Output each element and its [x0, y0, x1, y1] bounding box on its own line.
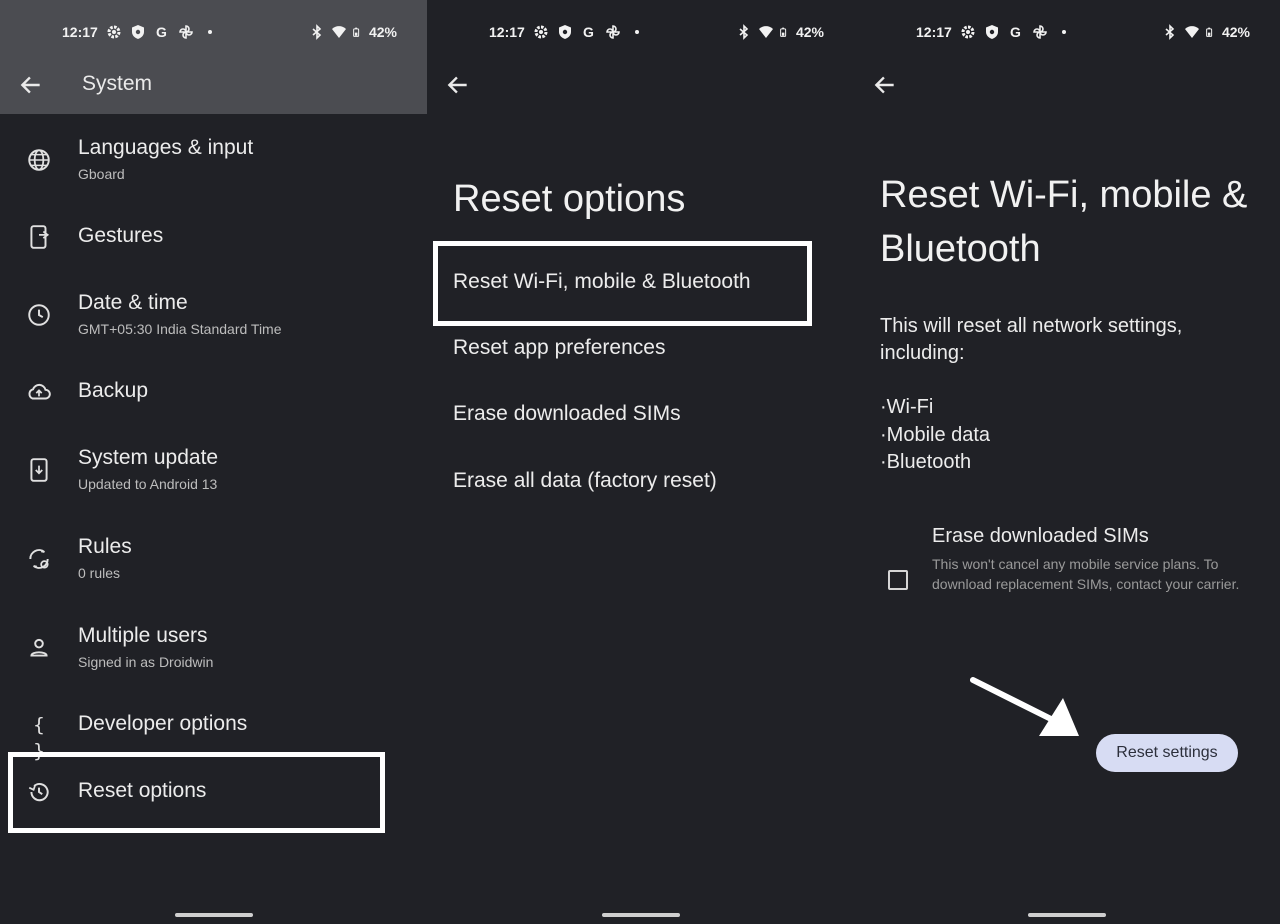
- rules-icon: [29, 549, 49, 569]
- navigation-handle[interactable]: [601, 913, 680, 917]
- page-title: Reset Wi-Fi, mobile & Bluetooth: [880, 168, 1247, 276]
- option-factory-reset[interactable]: Erase all data (factory reset): [453, 469, 717, 493]
- settings-item-title: Multiple users: [78, 624, 208, 647]
- erase-sims-description: This won't cancel any mobile service pla…: [932, 556, 1240, 592]
- highlight-box: [433, 241, 812, 326]
- clock-icon: [28, 304, 50, 326]
- braces-icon: { }: [33, 714, 45, 762]
- cloud-upload-icon: [28, 383, 51, 400]
- settings-item-title: System update: [78, 446, 219, 469]
- svg-text:G: G: [1010, 24, 1021, 40]
- battery-icon: [780, 27, 787, 37]
- settings-item-title: Gestures: [78, 224, 164, 247]
- erase-sims-checkbox[interactable]: [888, 570, 908, 590]
- settings-item-title: Backup: [78, 379, 149, 402]
- reset-options-panel: 12:17 G 42% Reset options Reset Wi-Fi, m…: [427, 0, 854, 924]
- settings-item-multiple-users[interactable]: Multiple users Signed in as Droidwin: [0, 608, 427, 688]
- status-time: 12:17: [489, 24, 525, 40]
- system-update-icon: [30, 458, 48, 482]
- battery-icon: [1206, 27, 1213, 37]
- svg-text:G: G: [156, 24, 167, 40]
- description-text: This will reset all network settings, in…: [880, 315, 1183, 364]
- settings-item-system-update[interactable]: System update Updated to Android 13: [0, 430, 427, 510]
- pinwheel-icon: [179, 25, 193, 39]
- gear-icon: [107, 25, 121, 39]
- bullet-item: ·Bluetooth: [880, 451, 972, 473]
- bullet-list: ·Wi-Fi ·Mobile data ·Bluetooth: [880, 394, 990, 477]
- page-title-line: Bluetooth: [880, 228, 1041, 270]
- battery-percent: 42%: [1221, 24, 1250, 40]
- settings-item-subtitle: GMT+05:30 India Standard Time: [78, 321, 282, 337]
- option-erase-downloaded-sims[interactable]: Erase downloaded SIMs: [453, 402, 681, 426]
- battery-icon: [353, 27, 360, 37]
- settings-item-subtitle: 0 rules: [78, 565, 121, 581]
- settings-item-subtitle: Signed in as Droidwin: [78, 654, 214, 670]
- page-title-line: Reset Wi-Fi, mobile &: [880, 174, 1248, 216]
- dot-icon: [207, 30, 212, 34]
- wifi-icon: [758, 26, 773, 38]
- settings-item-subtitle: Updated to Android 13: [78, 476, 218, 492]
- settings-item-backup[interactable]: Backup: [0, 355, 427, 435]
- settings-item-title: Developer options: [78, 712, 248, 735]
- settings-item-title: Languages & input: [78, 136, 254, 159]
- settings-item-title: Date & time: [78, 291, 188, 314]
- status-bar: 12:17 G 42%: [0, 0, 427, 62]
- settings-item-languages[interactable]: Languages & input Gboard: [0, 120, 427, 200]
- app-bar: 12:17 G 42% System: [0, 0, 427, 114]
- erase-sims-title: Erase downloaded SIMs: [932, 525, 1149, 547]
- bluetooth-icon: [312, 24, 322, 40]
- reset-network-panel: 12:17 G 42% Reset Wi-Fi, mobile & Blueto…: [854, 0, 1280, 924]
- navigation-handle[interactable]: [1028, 913, 1106, 917]
- back-arrow-icon[interactable]: [18, 72, 44, 98]
- reset-settings-button[interactable]: Reset settings: [1096, 734, 1238, 772]
- bluetooth-icon: [1165, 24, 1175, 40]
- battery-percent: 42%: [368, 24, 397, 40]
- pinwheel-icon: [606, 25, 620, 39]
- settings-item-date-time[interactable]: Date & time GMT+05:30 India Standard Tim…: [0, 275, 427, 355]
- option-reset-app-preferences[interactable]: Reset app preferences: [453, 336, 665, 360]
- settings-item-title: Rules: [78, 535, 132, 558]
- status-bar: 12:17 G 42%: [854, 0, 1280, 62]
- shield-icon: [558, 25, 571, 39]
- shield-icon: [131, 25, 144, 39]
- bullet-item: ·Mobile data: [880, 423, 991, 446]
- settings-item-subtitle: Gboard: [78, 166, 125, 182]
- back-arrow-icon[interactable]: [445, 72, 471, 98]
- phone-gesture-icon: [30, 225, 50, 249]
- page-title: Reset options: [453, 178, 686, 220]
- bullet-item: ·Wi-Fi: [880, 396, 934, 418]
- page-title: System: [82, 72, 153, 95]
- status-time: 12:17: [916, 24, 952, 40]
- pinwheel-icon: [1033, 25, 1047, 39]
- gear-icon: [534, 25, 548, 39]
- person-icon: [30, 638, 48, 657]
- svg-text:G: G: [583, 24, 594, 40]
- google-g-icon: G: [156, 24, 167, 40]
- dot-icon: [634, 30, 639, 34]
- globe-icon: [28, 149, 50, 171]
- wifi-icon: [1184, 26, 1199, 38]
- status-bar: 12:17 G 42%: [427, 0, 854, 62]
- navigation-handle[interactable]: [174, 913, 253, 917]
- back-arrow-icon[interactable]: [872, 72, 898, 98]
- shield-icon: [985, 25, 998, 39]
- settings-item-gestures[interactable]: Gestures: [0, 200, 427, 280]
- dot-icon: [1061, 30, 1066, 34]
- system-settings-panel: 12:17 G 42% System Languages & input Gbo…: [0, 0, 427, 924]
- google-g-icon: G: [583, 24, 594, 40]
- wifi-icon: [331, 26, 346, 38]
- highlight-box: [8, 752, 385, 833]
- status-time: 12:17: [62, 24, 98, 40]
- pointer-arrow-icon: [970, 677, 1079, 736]
- google-g-icon: G: [1010, 24, 1021, 40]
- battery-percent: 42%: [795, 24, 824, 40]
- settings-item-rules[interactable]: Rules 0 rules: [0, 519, 427, 599]
- bluetooth-icon: [739, 24, 749, 40]
- gear-icon: [961, 25, 975, 39]
